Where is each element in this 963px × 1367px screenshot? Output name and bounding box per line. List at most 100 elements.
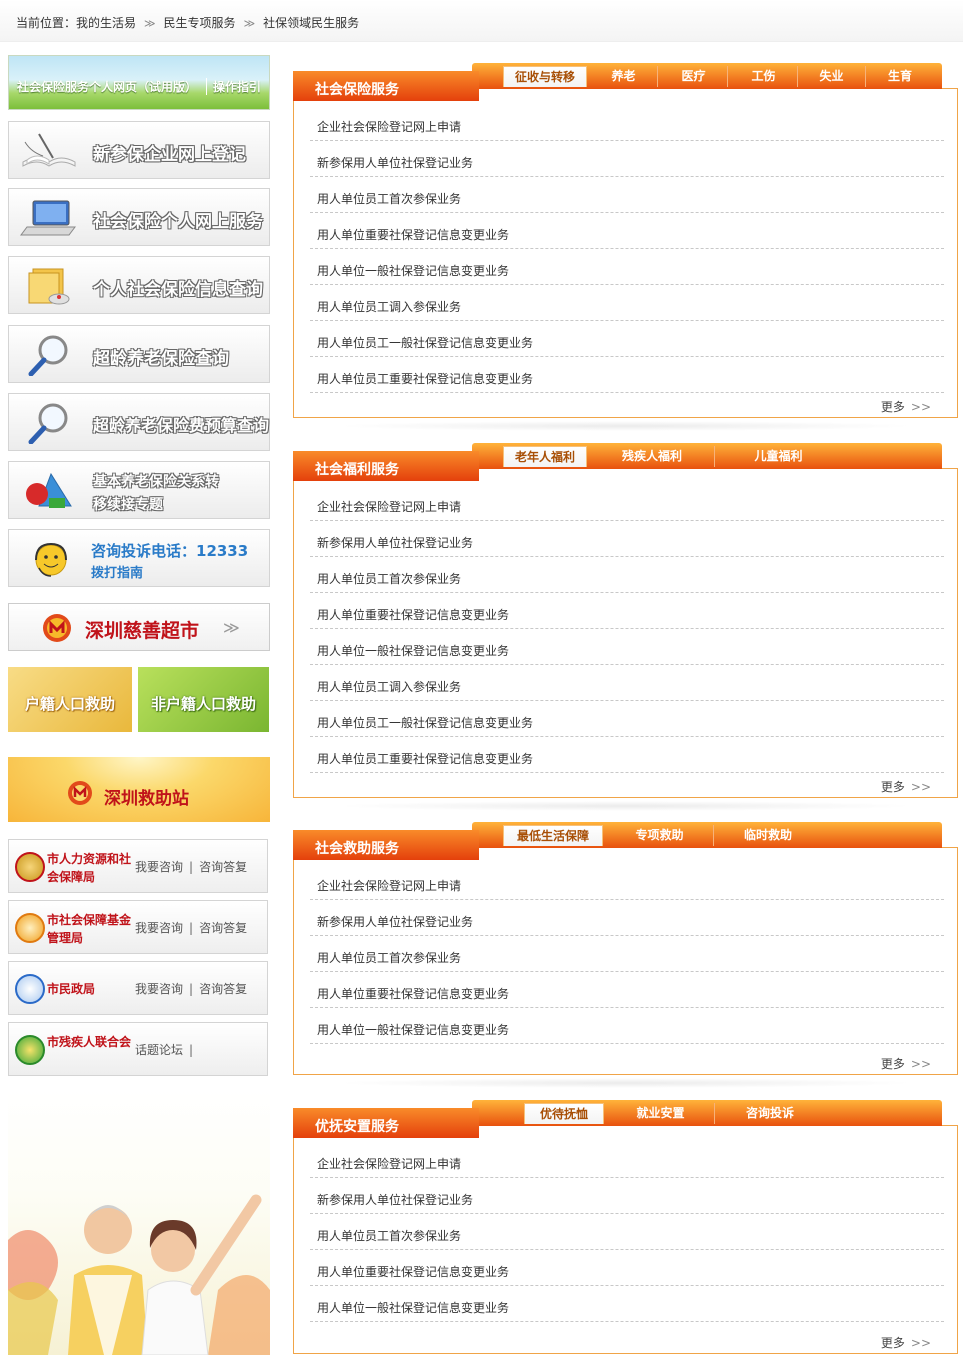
tab-child-welfare[interactable]: 儿童福利	[715, 446, 842, 467]
shenzhen-charity-supermarket-button[interactable]: 深圳慈善超市 ≫	[8, 603, 270, 651]
org-name[interactable]: 市民政局	[47, 980, 131, 998]
panel-shadow	[334, 421, 917, 431]
forum-link[interactable]: 话题论坛	[135, 1043, 183, 1057]
tab-unemployment[interactable]: 失业	[798, 66, 866, 87]
hotline-guide-button[interactable]: 咨询投诉电话：12333 拨打指南	[8, 529, 270, 587]
personal-page-banner[interactable]: 社会保险服务个人网页（试用版） 操作指引	[8, 55, 270, 110]
consult-link[interactable]: 我要咨询	[135, 921, 183, 935]
more-label: 更多	[880, 1336, 905, 1350]
service-list: 企业社会保险登记网上申请 新参保用人单位社保登记业务 用人单位员工首次参保业务 …	[310, 864, 944, 1044]
pension-transfer-line2: 移续接专题	[93, 497, 163, 513]
breadcrumb-link-home[interactable]: 我的生活易	[76, 16, 136, 30]
tab-maternity[interactable]: 生育	[866, 66, 934, 87]
overage-pension-budget-button[interactable]: 超龄养老保险费预算查询	[8, 393, 270, 451]
tab-employment-resettlement[interactable]: 就业安置	[607, 1103, 715, 1124]
tab-special-assistance[interactable]: 专项救助	[606, 825, 714, 846]
list-item[interactable]: 用人单位重要社保登记信息变更业务	[310, 213, 944, 249]
shapes-icon	[26, 472, 72, 508]
tab-elderly-welfare[interactable]: 老年人福利	[503, 446, 587, 467]
tab-medical[interactable]: 医疗	[660, 66, 728, 87]
list-item[interactable]: 企业社会保险登记网上申请	[310, 105, 944, 141]
resident-aid-button[interactable]: 户籍人口救助	[8, 667, 132, 732]
service-list: 企业社会保险登记网上申请 新参保用人单位社保登记业务 用人单位员工首次参保业务 …	[310, 485, 944, 773]
org-name[interactable]: 市残疾人联合会	[47, 1033, 131, 1051]
new-enterprise-register-label: 新参保企业网上登记	[93, 145, 246, 165]
personal-info-query-button[interactable]: 个人社会保险信息查询	[8, 256, 270, 314]
more-label: 更多	[880, 1057, 905, 1071]
personal-page-link[interactable]: 社会保险服务个人网页（试用版）	[17, 78, 197, 95]
list-item[interactable]: 用人单位员工调入参保业务	[310, 285, 944, 321]
list-item[interactable]: 企业社会保险登记网上申请	[310, 864, 944, 900]
magnifier-icon	[28, 403, 68, 444]
hotline-guide-link[interactable]: 拨打指南	[91, 562, 143, 581]
list-item[interactable]: 新参保用人单位社保登记业务	[310, 141, 944, 177]
panel-shadow	[334, 1078, 917, 1088]
list-item[interactable]: 用人单位重要社保登记信息变更业务	[310, 1250, 944, 1286]
elderly-couple-image	[8, 1090, 270, 1355]
panel-title: 社会救助服务	[293, 830, 479, 860]
disabled-federation-logo-icon	[15, 1035, 45, 1065]
org-civil-affairs-bureau: 市民政局 我要咨询 | 咨询答复	[8, 961, 268, 1015]
tab-consult-complaint[interactable]: 咨询投诉	[715, 1103, 825, 1124]
nonresident-aid-button[interactable]: 非户籍人口救助	[138, 667, 269, 732]
tab-disabled-welfare[interactable]: 残疾人福利	[590, 446, 715, 467]
shenzhen-rescue-station-button[interactable]: 深圳救助站	[8, 757, 270, 822]
list-item[interactable]: 用人单位一般社保登记信息变更业务	[310, 1008, 944, 1044]
tab-preferential-pension[interactable]: 优待抚恤	[524, 1103, 604, 1124]
org-name[interactable]: 市社会保障基金管理局	[47, 911, 131, 947]
more-link[interactable]: 更多 >>	[881, 778, 931, 795]
pension-transfer-topic-button[interactable]: 基本养老保险关系转 移续接专题	[8, 461, 270, 519]
reply-link[interactable]: 咨询答复	[199, 860, 247, 874]
list-item[interactable]: 新参保用人单位社保登记业务	[310, 521, 944, 557]
link-separator: |	[189, 1043, 194, 1057]
list-item[interactable]: 新参保用人单位社保登记业务	[310, 1178, 944, 1214]
tab-collection-transfer[interactable]: 征收与转移	[503, 66, 587, 87]
tab-bar: 优待抚恤 就业安置 咨询投诉	[472, 1100, 942, 1126]
breadcrumb-separator: ≫	[243, 17, 256, 30]
double-chevron-right-icon: >>	[910, 400, 931, 414]
list-item[interactable]: 用人单位重要社保登记信息变更业务	[310, 972, 944, 1008]
list-item[interactable]: 新参保用人单位社保登记业务	[310, 900, 944, 936]
list-item[interactable]: 用人单位一般社保登记信息变更业务	[310, 1286, 944, 1322]
panel-social-insurance: 征收与转移 养老 医疗 工伤 失业 生育 社会保险服务 企业社会保险登记网上申请…	[293, 63, 958, 431]
rescue-station-logo-icon	[68, 781, 92, 805]
consult-link[interactable]: 我要咨询	[135, 982, 183, 996]
breadcrumb-link-services[interactable]: 民生专项服务	[164, 16, 236, 30]
list-item[interactable]: 用人单位员工首次参保业务	[310, 177, 944, 213]
tab-work-injury[interactable]: 工伤	[730, 66, 798, 87]
folder-mouse-icon	[28, 268, 70, 305]
new-enterprise-register-button[interactable]: 新参保企业网上登记	[8, 121, 270, 179]
more-link[interactable]: 更多 >>	[881, 1055, 931, 1072]
list-item[interactable]: 用人单位员工一般社保登记信息变更业务	[310, 321, 944, 357]
list-item[interactable]: 企业社会保险登记网上申请	[310, 1142, 944, 1178]
more-link[interactable]: 更多 >>	[881, 398, 931, 415]
personal-online-service-button[interactable]: 社会保险个人网上服务	[8, 188, 270, 246]
org-name[interactable]: 市人力资源和社会保障局	[47, 850, 131, 886]
nonresident-aid-label: 非户籍人口救助	[150, 695, 256, 713]
breadcrumb-current: 社保领域民生服务	[263, 16, 360, 30]
consult-link[interactable]: 我要咨询	[135, 860, 183, 874]
resident-aid-label: 户籍人口救助	[24, 695, 115, 713]
tab-minimum-living-security[interactable]: 最低生活保障	[503, 825, 603, 846]
list-item[interactable]: 用人单位重要社保登记信息变更业务	[310, 593, 944, 629]
list-item[interactable]: 用人单位员工重要社保登记信息变更业务	[310, 357, 944, 393]
list-item[interactable]: 用人单位员工重要社保登记信息变更业务	[310, 737, 944, 773]
list-item[interactable]: 企业社会保险登记网上申请	[310, 485, 944, 521]
double-chevron-right-icon: >>	[910, 780, 931, 794]
more-link[interactable]: 更多 >>	[881, 1334, 931, 1351]
list-item[interactable]: 用人单位员工调入参保业务	[310, 665, 944, 701]
list-item[interactable]: 用人单位一般社保登记信息变更业务	[310, 629, 944, 665]
reply-link[interactable]: 咨询答复	[199, 982, 247, 996]
overage-pension-query-button[interactable]: 超龄养老保险查询	[8, 325, 270, 383]
tab-pension[interactable]: 养老	[590, 66, 658, 87]
panel-title: 社会福利服务	[293, 451, 479, 481]
operation-guide-link[interactable]: 操作指引	[205, 78, 261, 95]
reply-link[interactable]: 咨询答复	[199, 921, 247, 935]
list-item[interactable]: 用人单位员工首次参保业务	[310, 1214, 944, 1250]
list-item[interactable]: 用人单位员工首次参保业务	[310, 936, 944, 972]
list-item[interactable]: 用人单位员工首次参保业务	[310, 557, 944, 593]
list-item[interactable]: 用人单位员工一般社保登记信息变更业务	[310, 701, 944, 737]
tab-temporary-assistance[interactable]: 临时救助	[714, 825, 822, 846]
org-hrss-bureau: 市人力资源和社会保障局 我要咨询 | 咨询答复	[8, 839, 268, 893]
list-item[interactable]: 用人单位一般社保登记信息变更业务	[310, 249, 944, 285]
